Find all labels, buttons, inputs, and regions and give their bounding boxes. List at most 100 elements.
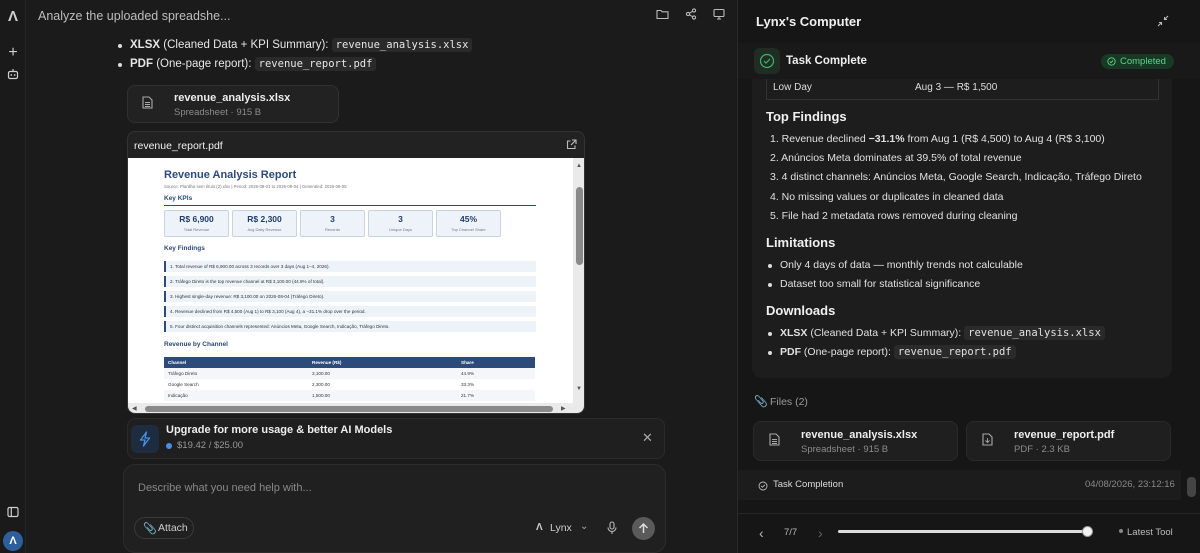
progress-track[interactable] bbox=[838, 526, 1093, 537]
composer: Describe what you need help with... 📎 At… bbox=[123, 464, 666, 553]
badge-check-icon bbox=[1107, 57, 1116, 66]
pdf-table-row: Tráfego Direto 3,100.00 44.9% bbox=[164, 368, 535, 379]
pdf-kpi-label: Records bbox=[325, 227, 340, 232]
download-bold: PDF bbox=[780, 346, 801, 358]
download-code: revenue_report.pdf bbox=[893, 345, 1016, 359]
pdf-td: Tráfego Direto bbox=[168, 371, 198, 376]
pdf-kpi-label: Total Revenue bbox=[183, 227, 210, 232]
finding-item: 4. No missing values or duplicates in cl… bbox=[770, 191, 1004, 203]
computer-icon[interactable] bbox=[711, 8, 727, 24]
pdf-table-row: Indicação 1,500.00 21.7% bbox=[164, 390, 535, 401]
panel-file-card[interactable]: revenue_analysis.xlsx Spreadsheet · 915 … bbox=[753, 421, 958, 461]
pdf-report-title: Revenue Analysis Report bbox=[164, 169, 297, 181]
pdf-vscroll-thumb[interactable] bbox=[576, 187, 583, 265]
pdf-table-row: Google Search 2,300.00 33.3% bbox=[164, 379, 535, 390]
limitation-item: Only 4 days of data — monthly trends not… bbox=[768, 259, 1023, 271]
panel-file-name: revenue_analysis.xlsx bbox=[801, 429, 918, 441]
progress-handle[interactable] bbox=[1082, 526, 1093, 537]
finding-text: from Aug 1 (R$ 4,500) to Aug 4 (R$ 3,100… bbox=[904, 133, 1105, 145]
message-input[interactable]: Describe what you need help with... bbox=[138, 482, 312, 494]
close-icon[interactable]: ✕ bbox=[642, 430, 653, 446]
pdf-kpi-value: 45% bbox=[459, 214, 477, 224]
send-button[interactable] bbox=[632, 517, 655, 540]
bullet-xlsx-code: revenue_analysis.xlsx bbox=[331, 38, 473, 52]
share-icon[interactable] bbox=[683, 8, 699, 24]
download-bold: XLSX bbox=[780, 327, 808, 339]
pdf-td: 2,300.00 bbox=[312, 382, 330, 387]
scroll-down-icon[interactable]: ▼ bbox=[576, 386, 582, 392]
latest-tool-button[interactable]: Latest Tool bbox=[1127, 527, 1173, 538]
arrow-up-icon bbox=[638, 522, 649, 533]
status-text: Completed bbox=[1120, 56, 1166, 67]
status-badge: Completed bbox=[1101, 54, 1174, 69]
chat-header: Analyze the uploaded spreadshe... bbox=[27, 0, 736, 34]
bot-icon[interactable] bbox=[5, 68, 21, 84]
task-timestamp: 04/08/2026, 23:12:16 bbox=[1085, 479, 1175, 490]
spreadsheet-icon bbox=[764, 432, 784, 452]
scroll-right-icon[interactable]: ▶ bbox=[561, 405, 566, 412]
left-rail: Λ + Λ bbox=[0, 0, 26, 553]
lynx-logo-icon: Λ bbox=[536, 522, 543, 533]
paperclip-icon: 📎 bbox=[143, 523, 157, 535]
pdf-td: 3,100.00 bbox=[312, 371, 330, 376]
user-avatar[interactable]: Λ bbox=[3, 531, 23, 551]
collapse-icon[interactable] bbox=[1157, 15, 1169, 30]
finding-item: 3. 4 distinct channels: Anúncios Meta, G… bbox=[770, 171, 1142, 183]
panel-scrollbar[interactable] bbox=[1187, 477, 1196, 497]
download-text: (Cleaned Data + KPI Summary): bbox=[810, 327, 962, 339]
attach-label: Attach bbox=[158, 522, 188, 534]
pdf-filename: revenue_report.pdf bbox=[134, 140, 223, 152]
progress-fill bbox=[838, 530, 1088, 533]
low-day-value: Aug 3 — R$ 1,500 bbox=[915, 82, 998, 93]
task-completion-label: Task Completion bbox=[773, 479, 844, 490]
finding-bold: −31.1% bbox=[868, 133, 905, 145]
pdf-kpis-heading: Key KPIs bbox=[164, 195, 193, 202]
panel-file-card[interactable]: revenue_report.pdf PDF · 2.3 KB bbox=[966, 421, 1171, 461]
sidebar-toggle-icon[interactable] bbox=[5, 506, 21, 522]
chat-file-card[interactable]: revenue_analysis.xlsx Spreadsheet · 915 … bbox=[127, 85, 339, 123]
pdf-finding: 3. Highest single-day revenue: R$ 3,100.… bbox=[164, 291, 536, 302]
check-circle-icon bbox=[754, 48, 780, 74]
upgrade-banner[interactable]: Upgrade for more usage & better AI Model… bbox=[127, 418, 665, 459]
upgrade-usage: $19.42 / $25.00 bbox=[177, 440, 244, 451]
low-day-label: Low Day bbox=[773, 82, 812, 93]
pdf-kpi-value: R$ 6,900 bbox=[179, 214, 214, 224]
pager: 7/7 bbox=[784, 527, 798, 538]
usage-dot bbox=[166, 443, 172, 449]
next-icon[interactable]: › bbox=[818, 525, 823, 541]
download-item: PDF (One-page report): revenue_report.pd… bbox=[768, 345, 1016, 359]
attach-button[interactable]: 📎 Attach bbox=[134, 517, 194, 539]
pdf-hscroll-thumb[interactable] bbox=[145, 406, 553, 412]
microphone-icon[interactable] bbox=[606, 521, 618, 535]
panel-header: Lynx's Computer bbox=[738, 0, 1200, 44]
bullet-pdf: PDF (One-page report): revenue_report.pd… bbox=[117, 57, 377, 71]
spreadsheet-icon bbox=[137, 95, 157, 115]
model-selector[interactable]: Λ Lynx ⌄ bbox=[533, 521, 593, 537]
lightning-icon bbox=[131, 425, 159, 453]
pdf-vscrollbar[interactable]: ▲ ▼ bbox=[573, 158, 584, 403]
pdf-findings-heading: Key Findings bbox=[164, 245, 205, 252]
new-chat-icon[interactable]: + bbox=[5, 45, 21, 61]
folder-icon[interactable] bbox=[654, 8, 670, 24]
pdf-finding: 4. Revenue declined from R$ 4,500 (Aug 1… bbox=[164, 306, 536, 317]
pdf-kpi: R$ 6,900 Total Revenue bbox=[164, 210, 229, 237]
prev-icon[interactable]: ‹ bbox=[759, 525, 764, 541]
pdf-hscrollbar[interactable]: ◀ ▶ bbox=[128, 403, 584, 413]
pdf-kpi-label: Avg Daily Revenue bbox=[247, 227, 282, 232]
external-link-icon[interactable] bbox=[566, 138, 577, 153]
report-content: Low Day Aug 3 — R$ 1,500 Top Findings 1.… bbox=[752, 79, 1172, 378]
task-title: Task Complete bbox=[786, 55, 867, 67]
pdf-kpi-value: R$ 2,300 bbox=[247, 214, 282, 224]
pdf-kpi: 45% Top Channel Share bbox=[436, 210, 501, 237]
app-logo[interactable]: Λ bbox=[5, 9, 21, 25]
pdf-kpi: 3 Records bbox=[300, 210, 365, 237]
pdf-table-header: Channel Revenue (R$) Share bbox=[164, 357, 535, 368]
kpi-table-row: Low Day Aug 3 — R$ 1,500 bbox=[766, 79, 1159, 100]
task-bar: Task Complete Completed bbox=[738, 43, 1200, 79]
scroll-left-icon[interactable]: ◀ bbox=[132, 405, 137, 412]
bullet-xlsx-bold: XLSX bbox=[130, 39, 161, 51]
scroll-up-icon[interactable]: ▲ bbox=[576, 163, 582, 169]
panel-file-name: revenue_report.pdf bbox=[1014, 429, 1115, 441]
download-code: revenue_analysis.xlsx bbox=[964, 326, 1105, 340]
chevron-down-icon: ⌄ bbox=[580, 521, 589, 532]
